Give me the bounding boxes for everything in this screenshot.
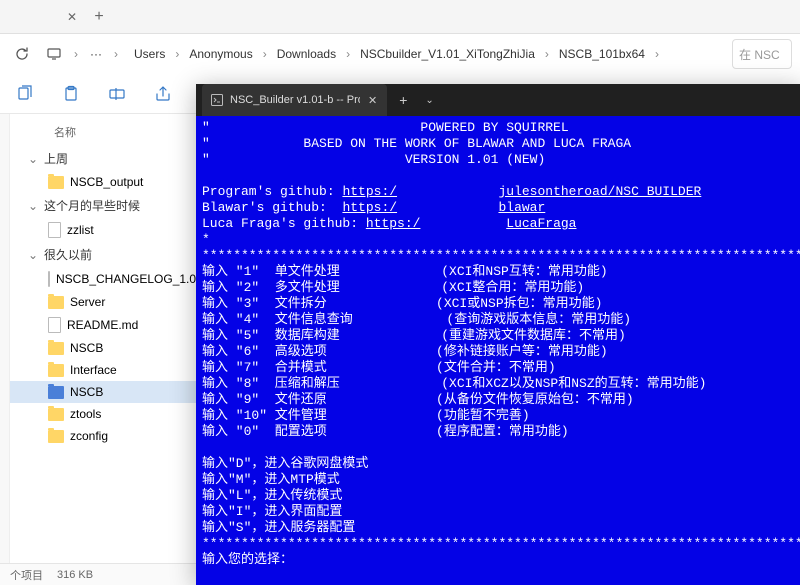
tree-group-label: 上周 <box>44 150 68 167</box>
chevron-right-icon: › <box>344 47 352 61</box>
folder-icon <box>48 430 64 443</box>
status-item-count: 个项目 <box>10 567 43 583</box>
tree-item-file[interactable]: NSCB_CHANGELOG_1.01.md <box>10 267 196 291</box>
file-icon <box>48 317 61 333</box>
refresh-button[interactable] <box>8 38 36 70</box>
refresh-icon <box>14 46 30 62</box>
tree-item-label: Interface <box>70 363 117 377</box>
breadcrumb-item[interactable]: NSCB_101bx64 <box>553 43 651 65</box>
tree-item-label: NSCB <box>70 341 103 355</box>
chevron-right-icon: › <box>173 47 181 61</box>
breadcrumb-item[interactable]: Downloads <box>271 43 342 65</box>
close-tab-icon[interactable]: ✕ <box>60 10 84 24</box>
breadcrumb-item[interactable]: NSCbuilder_V1.01_XiTongZhiJia <box>354 43 541 65</box>
window-tab-strip: ✕ + <box>0 0 800 34</box>
tree-item-label: Server <box>70 295 105 309</box>
file-tree: 名称 ⌄ 上周 NSCB_output ⌄ 这个月的早些时候 zzlist ⌄ 很久以… <box>10 114 196 563</box>
tree-item-label: NSCB_CHANGELOG_1.01.md <box>56 272 196 286</box>
breadcrumb-item[interactable]: Users <box>128 43 171 65</box>
tree-item-label: NSCB_output <box>70 175 143 189</box>
nav-strip <box>0 114 10 563</box>
terminal-icon <box>210 93 224 107</box>
tree-item-folder[interactable]: ztools <box>10 403 196 425</box>
tree-item-file[interactable]: README.md <box>10 313 196 337</box>
terminal-output[interactable]: " POWERED BY SQUIRREL " BASED ON THE WOR… <box>196 116 800 585</box>
close-icon[interactable]: ✕ <box>366 94 379 107</box>
address-bar: › ··· › Users› Anonymous› Downloads› NSC… <box>0 34 800 74</box>
status-size: 316 KB <box>57 569 93 581</box>
chevron-right-icon: › <box>653 47 661 61</box>
tree-item-label: zzlist <box>67 223 94 237</box>
tree-item-folder[interactable]: Interface <box>10 359 196 381</box>
search-input[interactable]: 在 NSC <box>732 39 792 69</box>
share-icon <box>154 85 172 103</box>
tree-group[interactable]: ⌄ 上周 <box>10 146 196 171</box>
paste-button[interactable] <box>58 81 84 107</box>
rename-button[interactable] <box>104 81 130 107</box>
tree-item-folder[interactable]: zconfig <box>10 425 196 447</box>
column-header-name[interactable]: 名称 <box>10 120 196 146</box>
tree-item-label: ztools <box>70 407 101 421</box>
tree-item-label: README.md <box>67 318 138 332</box>
tree-item-label: NSCB <box>70 385 103 399</box>
tree-item-folder[interactable]: NSCB <box>10 381 196 403</box>
tree-group-label: 很久以前 <box>44 246 92 263</box>
terminal-tab-title: NSC_Builder v1.01-b -- Profile: <box>230 94 360 106</box>
chevron-down-icon: ⌄ <box>28 152 40 166</box>
breadcrumb-item[interactable]: Anonymous <box>183 43 258 65</box>
folder-icon <box>48 408 64 421</box>
tree-group[interactable]: ⌄ 这个月的早些时候 <box>10 193 196 218</box>
tree-item-folder[interactable]: NSCB <box>10 337 196 359</box>
tree-group[interactable]: ⌄ 很久以前 <box>10 242 196 267</box>
device-button[interactable] <box>40 38 68 70</box>
copy-button[interactable] <box>12 81 38 107</box>
share-button[interactable] <box>150 81 176 107</box>
chevron-right-icon: › <box>543 47 551 61</box>
chevron-down-icon: ⌄ <box>28 248 40 262</box>
rename-icon <box>108 85 126 103</box>
folder-icon <box>48 386 64 399</box>
chevron-right-icon: › <box>261 47 269 61</box>
folder-icon <box>48 176 64 189</box>
folder-icon <box>48 342 64 355</box>
chevron-down-icon: ⌄ <box>28 199 40 213</box>
monitor-icon <box>46 46 62 62</box>
folder-icon <box>48 364 64 377</box>
tree-item-folder[interactable]: Server <box>10 291 196 313</box>
tree-item-label: zconfig <box>70 429 108 443</box>
file-icon <box>48 271 50 287</box>
tree-group-label: 这个月的早些时候 <box>44 197 140 214</box>
copy-icon <box>16 85 34 103</box>
tree-item-file[interactable]: zzlist <box>10 218 196 242</box>
tree-item-folder[interactable]: NSCB_output <box>10 171 196 193</box>
chevron-right-icon: › <box>112 47 120 61</box>
terminal-titlebar[interactable]: NSC_Builder v1.01-b -- Profile: ✕ + ⌄ <box>196 84 800 116</box>
chevron-down-icon[interactable]: ⌄ <box>419 95 439 106</box>
terminal-tab[interactable]: NSC_Builder v1.01-b -- Profile: ✕ <box>202 84 387 116</box>
new-tab-button[interactable]: + <box>84 8 114 26</box>
chevron-right-icon: › <box>72 47 80 61</box>
breadcrumb: Users› Anonymous› Downloads› NSCbuilder_… <box>124 43 728 65</box>
terminal-new-tab-button[interactable]: + <box>387 92 419 108</box>
file-icon <box>48 222 61 238</box>
folder-icon <box>48 296 64 309</box>
terminal-window: NSC_Builder v1.01-b -- Profile: ✕ + ⌄ " … <box>196 84 800 585</box>
breadcrumb-ellipsis[interactable]: ··· <box>84 43 108 65</box>
clipboard-icon <box>62 85 80 103</box>
